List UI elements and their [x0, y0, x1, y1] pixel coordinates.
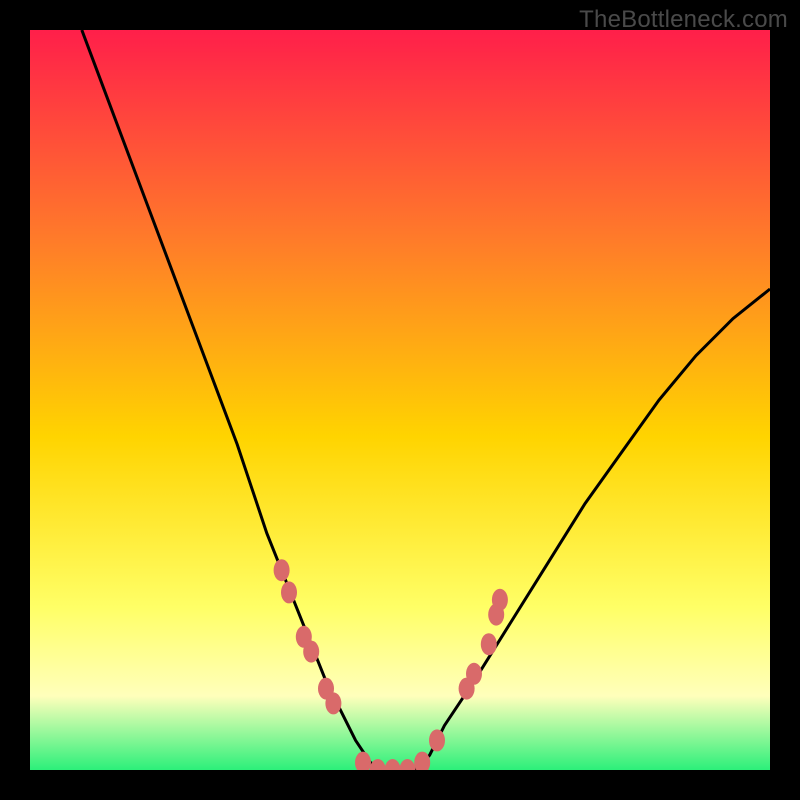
plot-area — [30, 30, 770, 770]
data-marker — [303, 641, 319, 663]
chart-svg — [30, 30, 770, 770]
data-marker — [325, 692, 341, 714]
data-marker — [466, 663, 482, 685]
data-marker — [429, 729, 445, 751]
data-marker — [492, 589, 508, 611]
data-marker — [481, 633, 497, 655]
data-marker — [274, 559, 290, 581]
data-marker — [281, 581, 297, 603]
chart-frame: TheBottleneck.com — [0, 0, 800, 800]
